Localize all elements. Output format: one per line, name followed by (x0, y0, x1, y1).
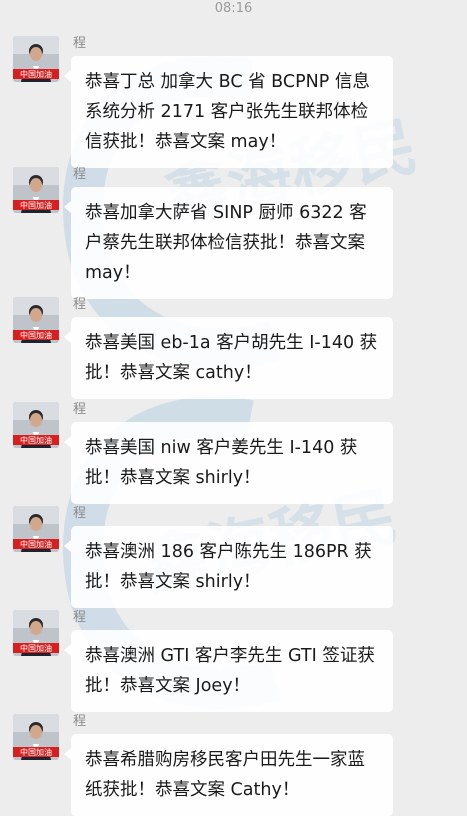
avatar-icon: 中国加油 (13, 402, 59, 448)
message-text: 恭喜美国 niw 客户姜先生 I-140 获批！恭喜文案 shirly！ (85, 438, 358, 488)
svg-text:中国加油: 中国加油 (20, 200, 52, 210)
svg-text:中国加油: 中国加油 (20, 747, 52, 757)
message-text: 恭喜丁总 加拿大 BC 省 BCPNP 信息系统分析 2171 客户张先生联邦体… (85, 72, 370, 152)
svg-text:中国加油: 中国加油 (20, 539, 52, 549)
sender-name: 程 (73, 36, 87, 51)
sender-name: 程 (73, 167, 87, 182)
sender-name: 程 (73, 297, 87, 312)
message-text: 恭喜澳洲 GTI 客户李先生 GTI 签证获批！恭喜文案 Joey！ (85, 646, 375, 696)
svg-text:中国加油: 中国加油 (20, 643, 52, 653)
svg-text:中国加油: 中国加油 (20, 69, 52, 79)
svg-text:中国加油: 中国加油 (20, 330, 52, 340)
avatar[interactable]: 中国加油 (13, 36, 59, 82)
sender-name: 程 (73, 506, 87, 521)
avatar[interactable]: 中国加油 (13, 402, 59, 448)
sender-name: 程 (73, 402, 87, 417)
message-bubble[interactable]: 恭喜美国 niw 客户姜先生 I-140 获批！恭喜文案 shirly！ (64, 422, 393, 504)
avatar-icon: 中国加油 (13, 167, 59, 213)
message-bubble[interactable]: 恭喜希腊购房移民客户田先生一家蓝纸获批！恭喜文案 Cathy！ (64, 734, 393, 816)
message-text: 恭喜澳洲 186 客户陈先生 186PR 获批！恭喜文案 shirly！ (85, 542, 372, 592)
message-bubble[interactable]: 恭喜加拿大萨省 SINP 厨师 6322 客户蔡先生联邦体检信获批！恭喜文案 m… (64, 187, 393, 299)
message-text: 恭喜希腊购房移民客户田先生一家蓝纸获批！恭喜文案 Cathy！ (85, 750, 365, 800)
avatar[interactable]: 中国加油 (13, 297, 59, 343)
message-bubble[interactable]: 恭喜澳洲 186 客户陈先生 186PR 获批！恭喜文案 shirly！ (64, 526, 393, 608)
avatar[interactable]: 中国加油 (13, 714, 59, 760)
svg-text:中国加油: 中国加油 (20, 435, 52, 445)
message-text: 恭喜美国 eb-1a 客户胡先生 I-140 获批！恭喜文案 cathy！ (85, 333, 378, 383)
avatar[interactable]: 中国加油 (13, 610, 59, 656)
message-bubble[interactable]: 恭喜美国 eb-1a 客户胡先生 I-140 获批！恭喜文案 cathy！ (64, 317, 393, 399)
avatar-icon: 中国加油 (13, 297, 59, 343)
avatar-icon: 中国加油 (13, 610, 59, 656)
message-bubble[interactable]: 恭喜澳洲 GTI 客户李先生 GTI 签证获批！恭喜文案 Joey！ (64, 630, 393, 712)
avatar-icon: 中国加油 (13, 36, 59, 82)
avatar[interactable]: 中国加油 (13, 167, 59, 213)
message-bubble[interactable]: 恭喜丁总 加拿大 BC 省 BCPNP 信息系统分析 2171 客户张先生联邦体… (64, 56, 393, 168)
sender-name: 程 (73, 714, 87, 729)
avatar-icon: 中国加油 (13, 714, 59, 760)
chat-message-list: 中国加油 程 恭喜丁总 加拿大 BC 省 BCPNP 信息系统分析 2171 客… (0, 0, 467, 816)
avatar-icon: 中国加油 (13, 506, 59, 552)
avatar[interactable]: 中国加油 (13, 506, 59, 552)
message-text: 恭喜加拿大萨省 SINP 厨师 6322 客户蔡先生联邦体检信获批！恭喜文案 m… (85, 203, 367, 283)
sender-name: 程 (73, 610, 87, 625)
